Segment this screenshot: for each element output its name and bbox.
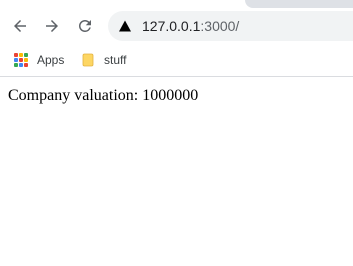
apps-grid-dot xyxy=(14,58,18,62)
apps-grid-dot xyxy=(24,53,28,57)
address-url[interactable]: 127.0.0.1:3000/ xyxy=(142,18,239,34)
bookmark-stuff-label: stuff xyxy=(104,53,127,67)
bookmark-folder-stuff[interactable]: stuff xyxy=(81,50,126,70)
back-button[interactable] xyxy=(8,14,32,38)
apps-grid-dot xyxy=(24,58,28,62)
apps-grid-dot xyxy=(14,53,18,57)
reload-icon xyxy=(79,20,91,32)
apps-grid-dot xyxy=(24,63,28,67)
reload-button[interactable] xyxy=(73,14,97,38)
inactive-tab-area[interactable] xyxy=(245,0,353,8)
apps-grid-dot xyxy=(19,58,23,62)
forward-arrow-icon xyxy=(46,20,58,32)
apps-grid-dot xyxy=(14,63,18,67)
back-arrow-icon xyxy=(14,20,26,32)
apps-grid-dot xyxy=(19,63,23,67)
folder-icon xyxy=(82,53,94,67)
apps-grid-icon xyxy=(14,53,28,67)
url-path: :3000/ xyxy=(200,18,240,34)
apps-grid-dot xyxy=(19,53,23,57)
bookmark-apps-label: Apps xyxy=(37,53,65,67)
bookmark-apps[interactable]: Apps xyxy=(14,50,64,70)
bookmarks-bar: Apps stuff xyxy=(0,44,353,77)
site-info-icon[interactable] xyxy=(118,19,132,33)
forward-button[interactable] xyxy=(40,14,64,38)
page-text: Company valuation: 1000000 xyxy=(8,87,199,104)
browser-toolbar: 127.0.0.1:3000/ xyxy=(0,8,353,44)
url-host: 127.0.0.1 xyxy=(142,18,201,34)
address-bar[interactable]: 127.0.0.1:3000/ xyxy=(108,11,353,41)
